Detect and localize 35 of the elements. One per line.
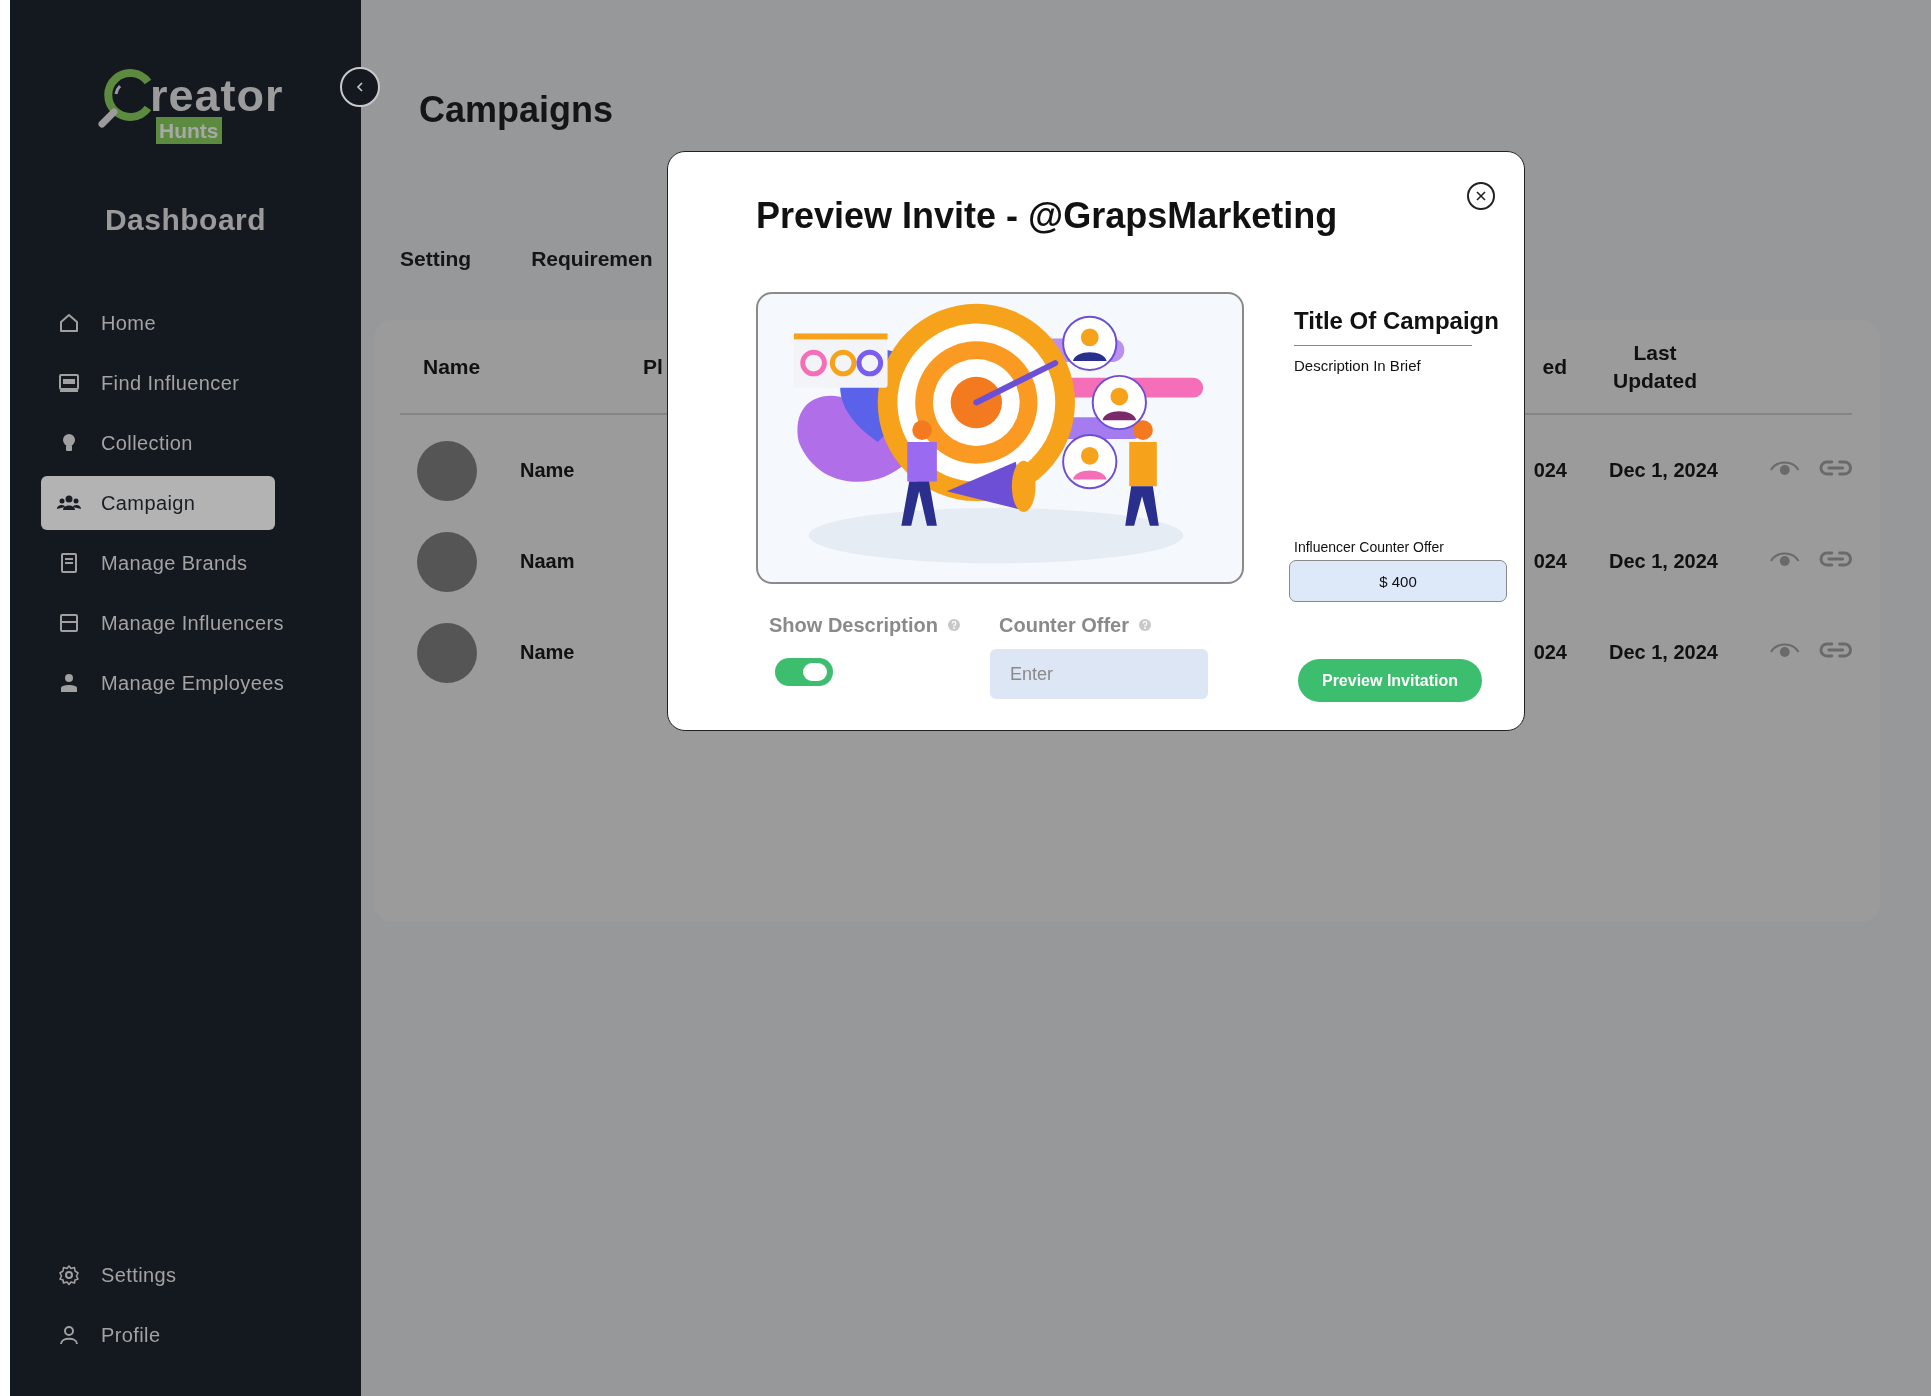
table-cell-text: 024 (1532, 550, 1567, 573)
nav-item[interactable]: Collection (41, 416, 275, 470)
counter-offer-value: $ 400 (1289, 560, 1507, 602)
nav-item[interactable]: Campaign (41, 476, 275, 530)
table-cell-text: 024 (1532, 641, 1567, 664)
nav-item[interactable]: Settings (41, 1248, 275, 1302)
nav-item[interactable]: Find Influencer (41, 356, 275, 410)
nav-item[interactable]: Manage Employees (41, 656, 301, 710)
table-cell-text: Dec 1, 2024 (1609, 641, 1719, 664)
table-cell-text: Dec 1, 2024 (1609, 550, 1719, 573)
campaign-description: Description In Brief (1294, 356, 1422, 376)
column-header: ed (1541, 354, 1567, 379)
table-cell-text: Dec 1, 2024 (1609, 459, 1719, 482)
field-label: Show Description (769, 613, 938, 638)
nav-item[interactable]: Home (41, 296, 275, 350)
field-label: Influencer Counter Offer (1294, 538, 1445, 556)
column-header: Pl (643, 354, 664, 379)
column-header: Last Updated (1612, 339, 1698, 394)
nav-item[interactable]: Manage Influencers (41, 596, 300, 650)
tab[interactable]: Requiremen (531, 244, 653, 274)
nav-item[interactable]: Manage Brands (41, 536, 275, 590)
campaign-title: Title Of Campaign (1294, 306, 1500, 336)
field-label: Counter Offer (999, 613, 1129, 638)
column-header: Name (422, 354, 482, 379)
table-cell-text: 024 (1532, 459, 1567, 482)
table-cell: Naam (520, 550, 575, 573)
tab[interactable]: Setting (400, 244, 472, 274)
modal-title: Preview Invite - @GrapsMarketing (756, 194, 1338, 238)
sidebar-heading: Dashboard (103, 202, 268, 238)
page-title: Campaigns (419, 88, 615, 132)
logo-tag: Hunts (156, 117, 222, 144)
nav-item[interactable]: Profile (41, 1308, 275, 1362)
counter-offer-field[interactable]: Enter (990, 649, 1208, 699)
table-cell: Name (520, 641, 575, 664)
table-cell: Name (520, 459, 575, 482)
